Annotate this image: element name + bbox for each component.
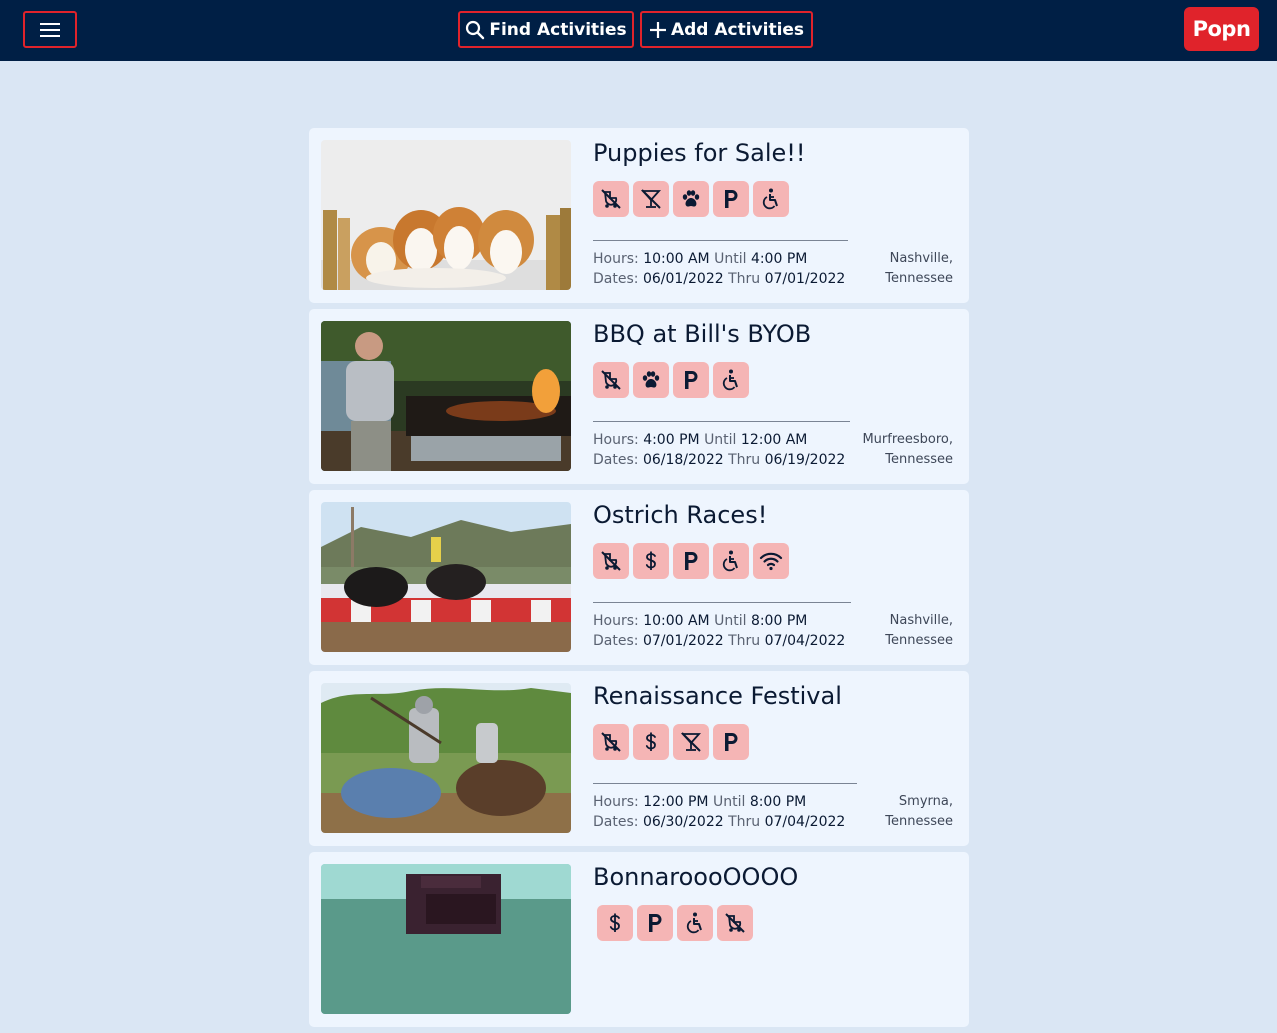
activity-photo-renaissance[interactable] — [321, 683, 571, 833]
find-activities-label: Find Activities — [489, 19, 627, 40]
no-stroller-icon — [599, 549, 623, 573]
amenity-tags — [593, 724, 749, 760]
activity-card[interactable]: Puppies for Sale!! Hours: 10:00 AM Until… — [309, 128, 969, 303]
date-thru: 07/04/2022 — [764, 633, 846, 649]
no-stroller-icon — [599, 187, 623, 211]
activity-schedule: Hours: 10:00 AM Until 8:00 PM Dates: 07/… — [593, 613, 846, 649]
date-thru: 07/01/2022 — [764, 271, 846, 287]
amenity-tags — [593, 181, 789, 217]
activity-title[interactable]: BBQ at Bill's BYOB — [593, 320, 811, 348]
activity-schedule: Hours: 12:00 PM Until 8:00 PM Dates: 06/… — [593, 794, 846, 830]
location-city: Nashville, — [889, 251, 953, 266]
parking-icon — [719, 730, 743, 754]
top-nav-bar: Find Activities Add Activities Popn — [0, 0, 1277, 61]
activity-photo-bonnaroo[interactable] — [321, 864, 571, 1014]
hours-until: 8:00 PM — [749, 794, 807, 810]
pet-paw-icon — [679, 187, 703, 211]
activity-schedule: Hours: 4:00 PM Until 12:00 AM Dates: 06/… — [593, 432, 846, 468]
hours-from: 4:00 PM — [643, 432, 700, 448]
activity-title[interactable]: BonnaroooOOOO — [593, 863, 798, 891]
dollar-icon — [639, 549, 663, 573]
location-state: Tennessee — [885, 271, 953, 286]
activity-card[interactable]: Renaissance Festival Hours: 12:00 PM Unt… — [309, 671, 969, 846]
divider — [593, 240, 848, 241]
divider — [593, 783, 857, 784]
wheelchair-icon — [683, 911, 707, 935]
brand-logo[interactable]: Popn — [1184, 7, 1259, 51]
no-alcohol-icon — [639, 187, 663, 211]
search-icon — [466, 20, 485, 39]
wheelchair-icon — [719, 549, 743, 573]
hours-from: 10:00 AM — [643, 251, 710, 267]
activity-location: Nashville, Tennessee — [885, 611, 953, 651]
location-city: Smyrna, — [898, 794, 953, 809]
activity-card[interactable]: BonnaroooOOOO — [309, 852, 969, 1027]
wheelchair-icon — [719, 368, 743, 392]
location-state: Tennessee — [885, 633, 953, 648]
menu-button[interactable] — [23, 11, 77, 48]
dollar-icon — [603, 911, 627, 935]
find-activities-button[interactable]: Find Activities — [458, 11, 634, 48]
hamburger-icon — [40, 22, 60, 37]
hours-until: 4:00 PM — [750, 251, 808, 267]
date-thru: 06/19/2022 — [764, 452, 846, 468]
date-thru: 07/04/2022 — [764, 814, 846, 830]
no-alcohol-icon — [679, 730, 703, 754]
activity-photo-ostrich[interactable] — [321, 502, 571, 652]
location-city: Nashville, — [889, 613, 953, 628]
activity-photo-bbq[interactable] — [321, 321, 571, 471]
divider — [593, 421, 850, 422]
hours-from: 12:00 PM — [643, 794, 709, 810]
pet-paw-icon — [639, 368, 663, 392]
dollar-icon — [639, 730, 663, 754]
divider — [593, 602, 851, 603]
activity-card[interactable]: Ostrich Races! Hours: 10:00 AM Until 8:0… — [309, 490, 969, 665]
amenity-tags — [597, 905, 753, 941]
date-from: 06/30/2022 — [642, 814, 724, 830]
wheelchair-icon — [759, 187, 783, 211]
parking-icon — [719, 187, 743, 211]
date-from: 07/01/2022 — [642, 633, 724, 649]
plus-icon — [649, 21, 666, 38]
no-stroller-icon — [723, 911, 747, 935]
hours-until: 12:00 AM — [740, 432, 808, 448]
hours-from: 10:00 AM — [643, 613, 710, 629]
activity-location: Smyrna, Tennessee — [885, 792, 953, 832]
parking-icon — [643, 911, 667, 935]
location-state: Tennessee — [885, 452, 953, 467]
activity-title[interactable]: Renaissance Festival — [593, 682, 842, 710]
activity-title[interactable]: Puppies for Sale!! — [593, 139, 806, 167]
location-state: Tennessee — [885, 814, 953, 829]
date-from: 06/18/2022 — [642, 452, 724, 468]
activity-location: Murfreesboro, Tennessee — [862, 430, 953, 470]
activity-location: Nashville, Tennessee — [885, 249, 953, 289]
add-activities-button[interactable]: Add Activities — [640, 11, 813, 48]
add-activities-label: Add Activities — [670, 19, 805, 40]
parking-icon — [679, 368, 703, 392]
activity-list: Puppies for Sale!! Hours: 10:00 AM Until… — [309, 128, 969, 1033]
date-from: 06/01/2022 — [642, 271, 724, 287]
activity-card[interactable]: BBQ at Bill's BYOB Hours: 4:00 PM Until … — [309, 309, 969, 484]
amenity-tags — [593, 362, 749, 398]
parking-icon — [679, 549, 703, 573]
no-stroller-icon — [599, 368, 623, 392]
location-city: Murfreesboro, — [862, 432, 953, 447]
activity-title[interactable]: Ostrich Races! — [593, 501, 767, 529]
amenity-tags — [593, 543, 789, 579]
wifi-icon — [759, 549, 783, 573]
hours-until: 8:00 PM — [750, 613, 808, 629]
activity-schedule: Hours: 10:00 AM Until 4:00 PM Dates: 06/… — [593, 251, 846, 287]
no-stroller-icon — [599, 730, 623, 754]
activity-photo-puppies[interactable] — [321, 140, 571, 290]
